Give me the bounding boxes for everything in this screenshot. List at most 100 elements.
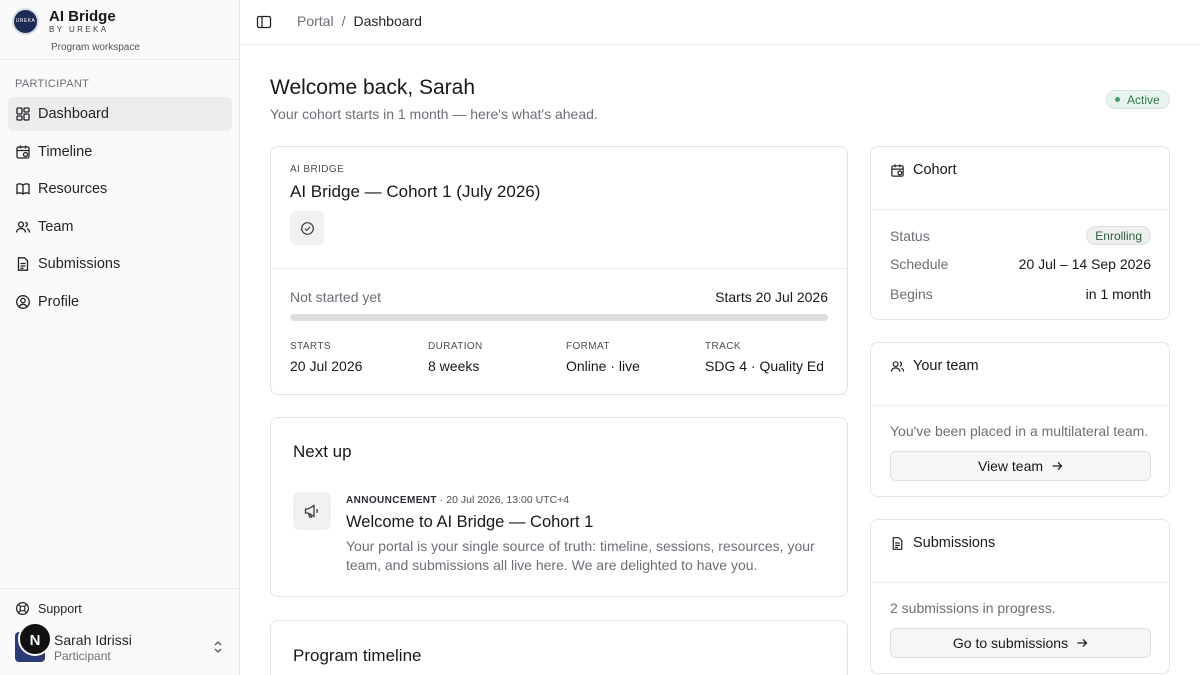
team-text: You've been placed in a multilateral tea…: [890, 423, 1149, 439]
cohort-title: Cohort: [913, 162, 957, 178]
sidebar-toggle-icon[interactable]: [256, 14, 272, 30]
program-card: AI BRIDGE AI Bridge — Cohort 1 (July 202…: [270, 146, 848, 395]
go-to-submissions-button[interactable]: Go to submissions: [890, 628, 1151, 658]
lifebuoy-icon: [15, 601, 30, 616]
row-value: 20 Jul – 14 Sep 2026: [1018, 256, 1151, 272]
sidebar-item-dashboard[interactable]: Dashboard: [8, 97, 232, 131]
divider: [0, 588, 239, 589]
button-label: Go to submissions: [952, 635, 1069, 651]
submissions-header: Submissions: [890, 535, 995, 551]
divider: [871, 405, 1169, 406]
stat-value: 20 Jul 2026: [290, 358, 363, 374]
cohort-status-row: Status Enrolling: [890, 226, 1151, 245]
sidebar-item-label: Timeline: [38, 143, 93, 160]
cohort-schedule-row: Schedule 20 Jul – 14 Sep 2026: [890, 256, 1151, 272]
arrow-right-icon: [1076, 637, 1088, 649]
divider: [871, 209, 1169, 210]
announcement-body: Your portal is your single source of tru…: [346, 538, 815, 573]
stat-duration: DURATION 8 weeks: [428, 341, 558, 374]
cohort-header: Cohort: [890, 162, 957, 178]
page-subtitle: Your cohort starts in 1 month — here's w…: [270, 106, 598, 122]
arrow-right-icon: [1051, 460, 1063, 472]
program-status: Not started yet: [290, 289, 382, 305]
team-card: Your team You've been placed in a multil…: [870, 342, 1170, 497]
brand[interactable]: UREKA AI Bridge BY UREKA Program workspa…: [12, 8, 232, 54]
button-label: View team: [977, 458, 1044, 474]
support-link[interactable]: Support: [15, 601, 82, 616]
calendar-icon: [890, 163, 905, 178]
avatar-initial-badge: N: [18, 622, 52, 656]
announcement-title[interactable]: Welcome to AI Bridge — Cohort 1: [346, 513, 593, 532]
support-label: Support: [38, 601, 82, 616]
breadcrumb-separator: /: [341, 13, 346, 29]
check-circle-icon: [290, 211, 324, 245]
brand-name: AI Bridge: [49, 8, 116, 25]
page-title: Welcome back, Sarah: [270, 76, 476, 99]
program-kicker: AI BRIDGE: [290, 164, 345, 175]
view-team-button[interactable]: View team: [890, 451, 1151, 481]
cohort-card: Cohort Status Enrolling Schedule 20 Jul …: [870, 146, 1170, 320]
sidebar-item-team[interactable]: Team: [8, 210, 232, 244]
megaphone-icon: [293, 492, 331, 530]
row-key: Status: [890, 227, 930, 244]
submissions-card: Submissions 2 submissions in progress. G…: [870, 519, 1170, 674]
user-name: Sarah Idrissi: [54, 632, 132, 648]
timeline-title: Program timeline: [293, 646, 422, 665]
book-icon: [15, 181, 31, 197]
submissions-text: 2 submissions in progress.: [890, 600, 1056, 616]
nav-section-title: PARTICIPANT: [15, 78, 90, 90]
sidebar-item-label: Submissions: [38, 256, 121, 272]
cohort-begins-row: Begins in 1 month: [890, 286, 1151, 302]
program-title: AI Bridge — Cohort 1 (July 2026): [290, 182, 541, 201]
team-title: Your team: [913, 358, 979, 374]
next-up-card: Next up ANNOUNCEMENT · 20 Jul 2026, 13:0…: [270, 417, 848, 597]
brand-subtitle: BY UREKA: [49, 25, 109, 34]
users-icon: [890, 359, 905, 374]
topbar: Portal / Dashboard: [240, 0, 1200, 45]
stat-label: FORMAT: [566, 341, 610, 352]
status-badge-label: Active: [1127, 92, 1160, 107]
document-icon: [15, 256, 31, 272]
stat-label: TRACK: [705, 341, 741, 352]
sidebar-item-timeline[interactable]: Timeline: [8, 135, 232, 169]
sidebar-item-label: Team: [38, 218, 74, 235]
enrolling-badge: Enrolling: [1086, 226, 1151, 245]
announcement-kind: ANNOUNCEMENT: [346, 495, 437, 506]
stat-track: TRACK SDG 4 · Quality Education: [705, 341, 823, 374]
user-role: Participant: [54, 649, 111, 663]
sidebar-item-label: Resources: [38, 181, 108, 197]
breadcrumb-current: Dashboard: [353, 13, 422, 29]
profile-icon: [15, 294, 31, 310]
stat-starts: STARTS 20 Jul 2026: [290, 341, 420, 374]
stat-label: DURATION: [428, 341, 483, 352]
status-dot-icon: [1115, 97, 1120, 102]
sidebar-nav: Dashboard Timeline Resources Team Submis…: [8, 97, 232, 322]
team-header: Your team: [890, 358, 979, 374]
divider: [871, 582, 1169, 583]
row-value: in 1 month: [1085, 286, 1151, 302]
sidebar-item-profile[interactable]: Profile: [8, 285, 232, 319]
program-timeline-card: Program timeline: [270, 620, 848, 675]
dashboard-icon: [15, 106, 31, 122]
submissions-title: Submissions: [913, 535, 996, 551]
program-start-date: Starts 20 Jul 2026: [715, 289, 828, 305]
stat-value: Online · live: [566, 358, 640, 374]
user-menu[interactable]: N Sarah Idrissi Participant: [15, 622, 230, 666]
stat-label: STARTS: [290, 341, 331, 352]
announcement-date: · 20 Jul 2026, 13:00 UTC+4: [439, 494, 570, 506]
announcement-meta: ANNOUNCEMENT · 20 Jul 2026, 13:00 UTC+4: [346, 494, 569, 506]
sidebar: UREKA AI Bridge BY UREKA Program workspa…: [0, 0, 240, 675]
program-progress-bar: [290, 314, 828, 321]
breadcrumb-portal[interactable]: Portal: [297, 13, 334, 29]
sidebar-item-submissions[interactable]: Submissions: [8, 247, 232, 281]
sidebar-item-resources[interactable]: Resources: [8, 172, 232, 206]
status-badge: Active: [1106, 90, 1170, 109]
divider: [271, 268, 847, 269]
document-icon: [890, 536, 905, 551]
stat-value: SDG 4 · Quality Education: [705, 358, 823, 374]
stat-format: FORMAT Online · live: [566, 341, 696, 374]
chevron-up-down-icon: [212, 638, 224, 656]
stat-value: 8 weeks: [428, 358, 480, 374]
divider: [0, 59, 239, 60]
breadcrumb: Portal / Dashboard: [297, 13, 422, 29]
